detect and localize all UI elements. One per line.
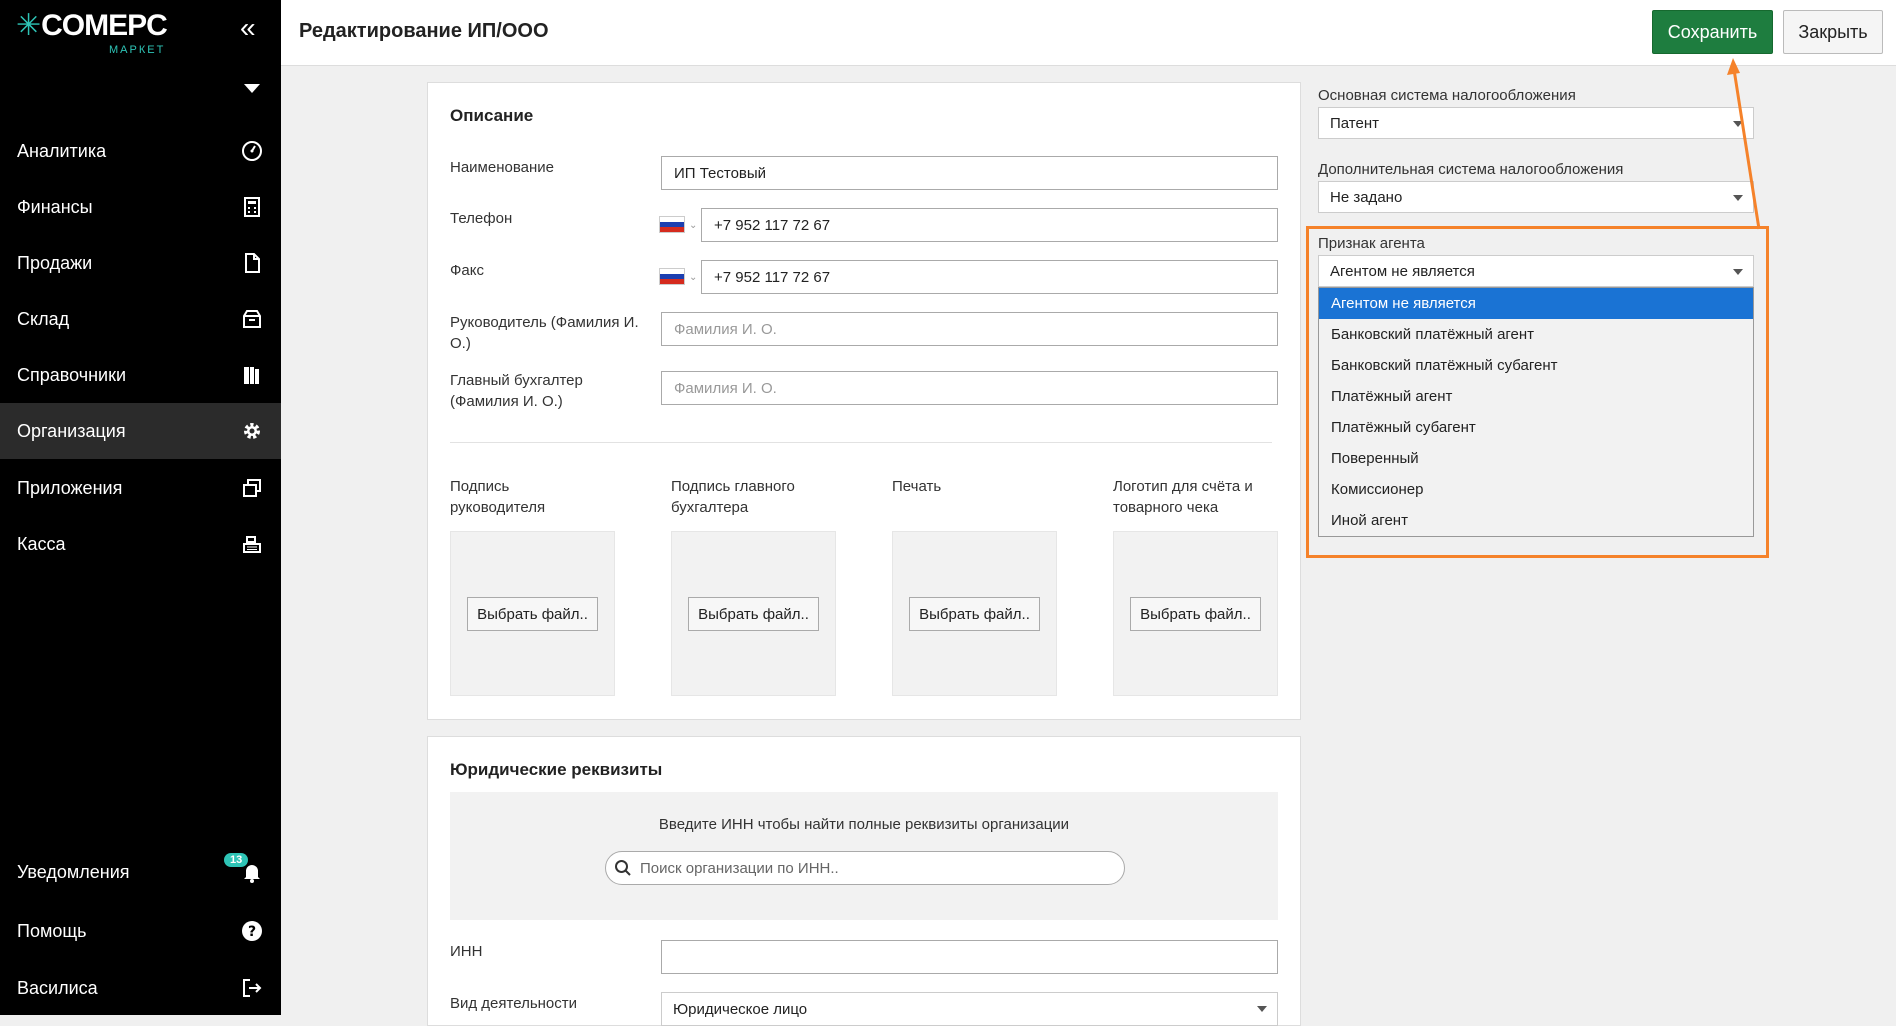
sidebar-item-help[interactable]: Помощь ? — [0, 903, 281, 959]
sidebar-item-label: Василиса — [17, 977, 98, 998]
save-button[interactable]: Сохранить — [1652, 10, 1773, 54]
sidebar-item-organization[interactable]: Организация — [0, 403, 281, 459]
activity-select[interactable]: Юридическое лицо — [661, 992, 1278, 1026]
sidebar-item-sales[interactable]: Продажи — [0, 235, 281, 291]
sidebar-item-analytics[interactable]: Аналитика — [0, 123, 281, 179]
extra-tax-value: Не задано — [1330, 188, 1403, 206]
description-title: Описание — [450, 106, 534, 125]
accountant-input[interactable]: Фамилия И. О. — [661, 371, 1278, 405]
books-icon — [244, 367, 259, 384]
choose-file-button[interactable]: Выбрать файл.. — [909, 597, 1040, 631]
extra-tax-label: Дополнительная система налогообложения — [1318, 161, 1624, 178]
sidebar-item-finance[interactable]: Финансы — [0, 179, 281, 235]
sidebar-item-label: Аналитика — [17, 140, 107, 161]
upload-label: Логотип для счёта и товарного чека — [1113, 478, 1253, 516]
accountant-label: Главный бухгалтер (Фамилия И. О.) — [450, 372, 583, 410]
page-title: Редактирование ИП/ООО — [299, 20, 549, 42]
main-tax-label: Основная система налогообложения — [1318, 87, 1576, 104]
chevron-down-icon — [1733, 121, 1743, 127]
search-icon — [615, 860, 631, 876]
choose-file-button[interactable]: Выбрать файл.. — [467, 597, 598, 631]
sidebar-item-label: Помощь — [17, 920, 87, 941]
upload-label: Подпись главного бухгалтера — [671, 478, 795, 516]
logout-icon — [243, 979, 262, 997]
sidebar-item-label: Финансы — [17, 196, 93, 217]
chevron-down-icon — [1257, 1006, 1267, 1012]
fax-input[interactable]: +7 952 117 72 67 — [701, 260, 1278, 294]
upload-label: Подпись руководителя — [450, 478, 546, 516]
choose-file-button[interactable]: Выбрать файл.. — [1130, 597, 1261, 631]
sidebar-item-label: Приложения — [17, 477, 123, 498]
logo[interactable]: ✳COMEPC МАРКЕТ — [16, 8, 168, 56]
sidebar-item-references[interactable]: Справочники — [0, 347, 281, 403]
divider — [450, 442, 1272, 443]
document-icon — [245, 253, 260, 273]
dashboard-icon — [242, 141, 262, 161]
phone-label: Телефон — [450, 210, 513, 227]
sidebar-item-label: Склад — [17, 308, 70, 329]
sidebar-item-label: Справочники — [17, 364, 127, 385]
inn-hint: Введите ИНН чтобы найти полные реквизиты… — [658, 816, 1070, 833]
choose-file-button[interactable]: Выбрать файл.. — [688, 597, 819, 631]
highlight-box — [1306, 226, 1769, 558]
logo-subtitle: МАРКЕТ — [109, 44, 166, 56]
collapse-sidebar-icon[interactable]: « — [240, 12, 256, 44]
sidebar-item-label: Организация — [17, 420, 126, 441]
box-icon — [243, 310, 261, 328]
sidebar: ✳COMEPC МАРКЕТ « Аналитика Финансы Прода… — [0, 0, 281, 1015]
cash-register-icon — [243, 536, 261, 553]
sidebar-item-user[interactable]: Василиса — [0, 960, 281, 1016]
director-label: Руководитель (Фамилия И. О.) — [450, 314, 639, 352]
chevron-down-icon[interactable]: ⌄ — [689, 272, 697, 283]
windows-icon — [243, 479, 261, 497]
inn-label: ИНН — [450, 943, 483, 960]
russia-flag-icon[interactable] — [659, 216, 685, 233]
help-icon: ? — [242, 921, 262, 941]
sidebar-item-warehouse[interactable]: Склад — [0, 291, 281, 347]
chevron-down-icon — [1733, 195, 1743, 201]
name-label: Наименование — [450, 159, 554, 176]
activity-label: Вид деятельности — [450, 995, 578, 1012]
director-input[interactable]: Фамилия И. О. — [661, 312, 1278, 346]
russia-flag-icon[interactable] — [659, 268, 685, 285]
sidebar-item-apps[interactable]: Приложения — [0, 460, 281, 516]
sidebar-item-cash[interactable]: Касса — [0, 516, 281, 572]
chevron-down-icon[interactable]: ⌄ — [689, 220, 697, 231]
extra-tax-select[interactable]: Не задано — [1318, 181, 1754, 213]
notifications-badge: 13 — [224, 853, 249, 867]
sidebar-item-label: Уведомления — [17, 861, 130, 882]
sidebar-item-label: Касса — [17, 533, 66, 554]
upload-label: Печать — [892, 478, 942, 495]
inn-input[interactable] — [661, 940, 1278, 974]
calculator-icon — [244, 197, 260, 217]
legal-title: Юридические реквизиты — [450, 760, 663, 779]
gear-icon — [244, 423, 260, 439]
logo-star-icon: ✳ — [16, 9, 42, 42]
svg-text:?: ? — [248, 924, 256, 940]
sidebar-item-label: Продажи — [17, 252, 93, 273]
logo-text: COMEPC — [41, 9, 168, 42]
fax-label: Факс — [450, 262, 484, 279]
main-tax-select[interactable]: Патент — [1318, 107, 1754, 139]
main-tax-value: Патент — [1330, 114, 1379, 132]
name-input[interactable]: ИП Тестовый — [661, 156, 1278, 190]
chevron-down-icon[interactable] — [244, 84, 260, 93]
phone-input[interactable]: +7 952 117 72 67 — [701, 208, 1278, 242]
inn-search-input[interactable]: Поиск организации по ИНН.. — [605, 851, 1125, 885]
close-button[interactable]: Закрыть — [1783, 10, 1883, 54]
